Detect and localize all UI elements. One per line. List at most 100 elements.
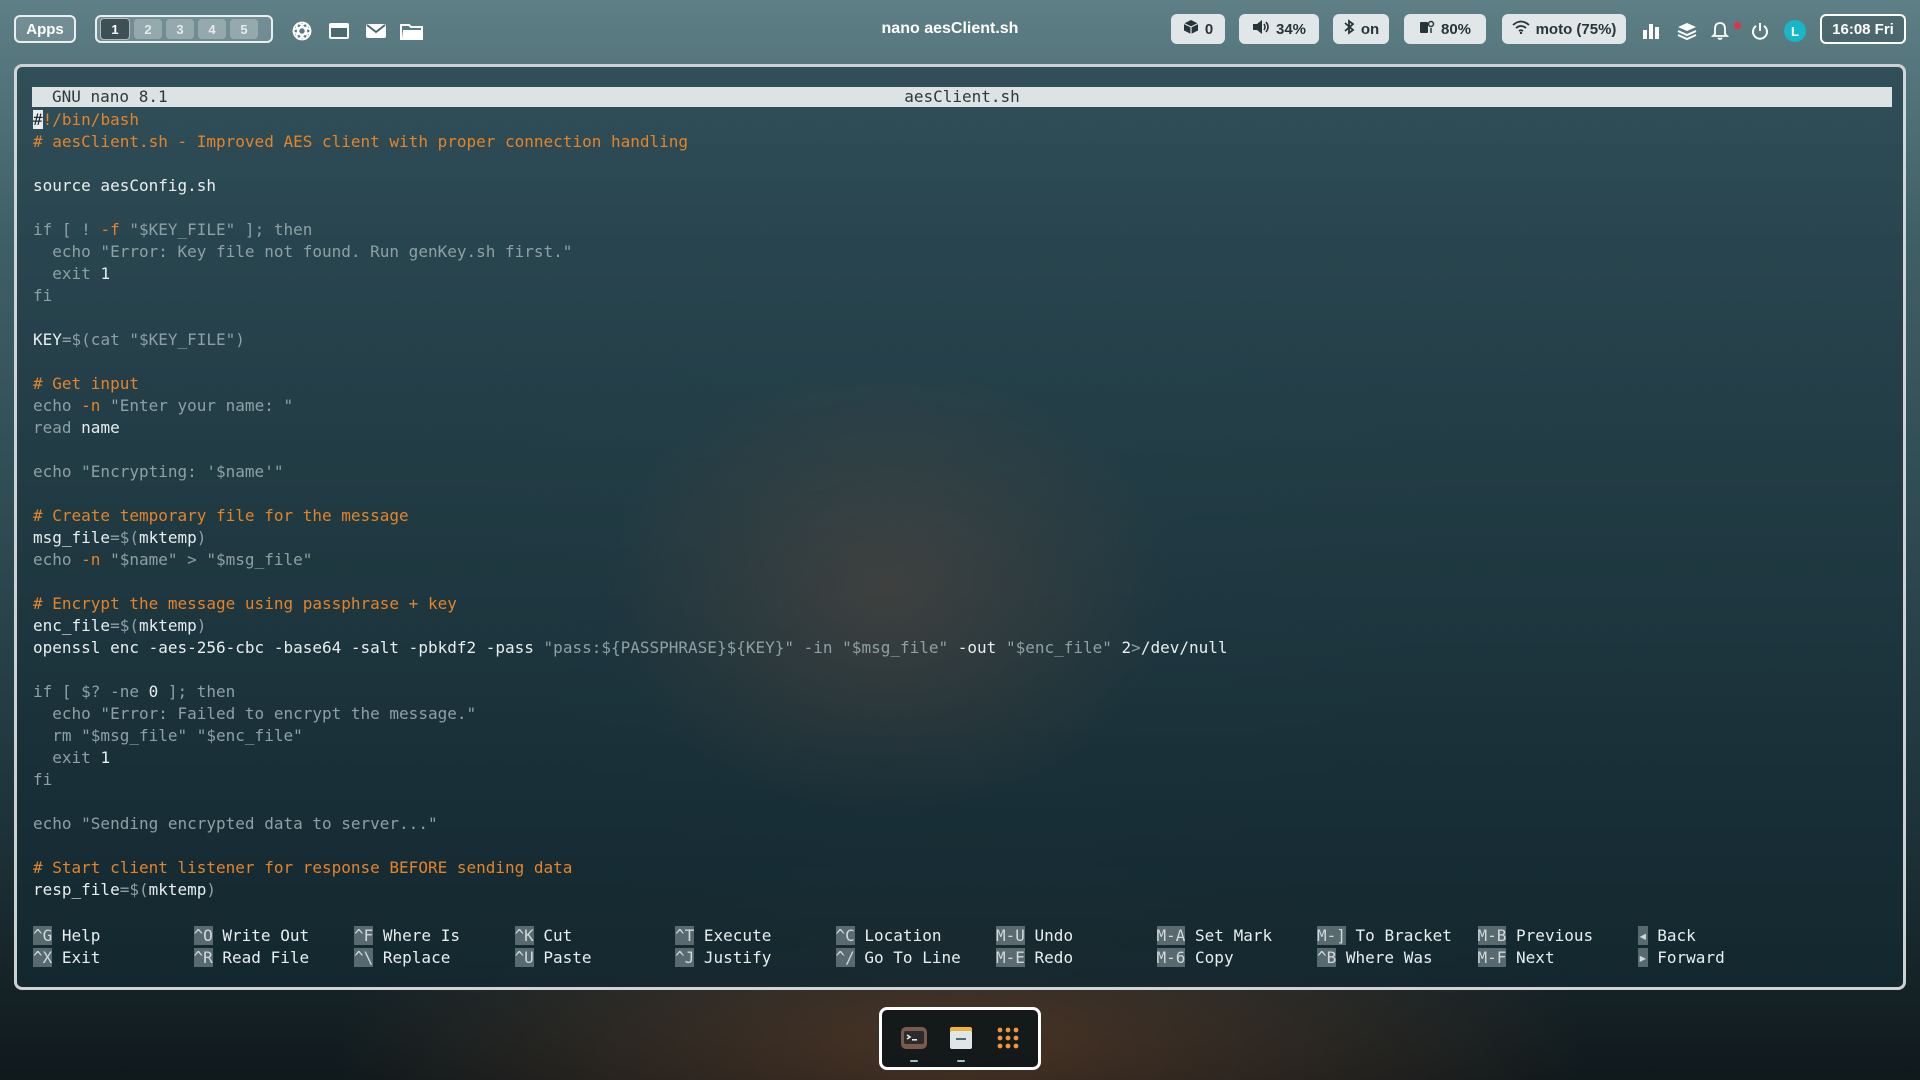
code-line[interactable]: echo "Sending encrypted data to server..… xyxy=(33,813,1893,835)
shortcut-previous[interactable]: M-B Previous xyxy=(1477,925,1593,947)
code-line[interactable]: fi xyxy=(33,769,1893,791)
code-line[interactable]: # Create temporary file for the message xyxy=(33,505,1893,527)
code-token: 1 xyxy=(100,264,111,283)
code-token: enc_file xyxy=(33,616,111,635)
code-line[interactable]: exit 1 xyxy=(33,747,1893,769)
code-line[interactable]: source aesConfig.sh xyxy=(33,175,1893,197)
workspace-2[interactable]: 2 xyxy=(134,19,162,39)
shortcut-set-mark[interactable]: M-A Set Mark xyxy=(1156,925,1272,947)
shortcut-location[interactable]: ^C Location xyxy=(835,925,941,947)
apps-button[interactable]: Apps xyxy=(14,15,76,43)
shortcut-key: M-F xyxy=(1477,948,1507,967)
code-line[interactable]: # Encrypt the message using passphrase +… xyxy=(33,593,1893,615)
code-line[interactable] xyxy=(33,439,1893,461)
updates-count: 0 xyxy=(1204,20,1214,38)
code-line[interactable] xyxy=(33,659,1893,681)
code-line[interactable] xyxy=(33,351,1893,373)
code-token: "$name" > "$msg_file" xyxy=(100,550,313,569)
mail-icon[interactable] xyxy=(363,18,389,44)
shortcut-read-file[interactable]: ^R Read File xyxy=(193,947,309,969)
shortcut-label: Where Was xyxy=(1336,948,1433,967)
window-icon[interactable] xyxy=(326,18,352,44)
code-line[interactable]: #!/bin/bash xyxy=(33,109,1893,131)
shortcut-write-out[interactable]: ^O Write Out xyxy=(193,925,309,947)
code-line[interactable]: echo "Error: Failed to encrypt the messa… xyxy=(33,703,1893,725)
stats-icon[interactable] xyxy=(1638,18,1664,44)
chatgpt-icon[interactable] xyxy=(289,18,315,44)
code-line[interactable]: read name xyxy=(33,417,1893,439)
volume-indicator[interactable]: 34% xyxy=(1239,14,1319,44)
code-line[interactable]: echo -n "Enter your name: " xyxy=(33,395,1893,417)
code-line[interactable] xyxy=(33,791,1893,813)
shortcut-to-bracket[interactable]: M-] To Bracket xyxy=(1317,925,1452,947)
files-icon[interactable] xyxy=(945,1022,977,1054)
code-line[interactable]: if [ $? -ne 0 ]; then xyxy=(33,681,1893,703)
code-line[interactable] xyxy=(33,197,1893,219)
code-line[interactable]: fi xyxy=(33,285,1893,307)
shortcut-undo[interactable]: M-U Undo xyxy=(996,925,1073,947)
shortcut-paste[interactable]: ^U Paste xyxy=(514,947,592,969)
shortcut-cut[interactable]: ^K Cut xyxy=(514,925,573,947)
code-token: rm "$msg_file" "$enc_file" xyxy=(33,726,303,745)
layers-icon[interactable] xyxy=(1674,18,1700,44)
code-line[interactable] xyxy=(33,307,1893,329)
shortcut-label: To Bracket xyxy=(1345,926,1452,945)
editor-text-area[interactable]: #!/bin/bash # aesClient.sh - Improved AES… xyxy=(33,109,1893,901)
code-token: "pass:${PASSPHRASE}${KEY}" xyxy=(543,638,794,657)
power-icon[interactable] xyxy=(1747,18,1773,44)
code-line[interactable] xyxy=(33,835,1893,857)
shortcut-where-is[interactable]: ^F Where Is xyxy=(354,925,460,947)
code-line[interactable]: openssl enc -aes-256-cbc -base64 -salt -… xyxy=(33,637,1893,659)
code-line[interactable] xyxy=(33,571,1893,593)
shortcut-copy[interactable]: M-6 Copy xyxy=(1156,947,1234,969)
brightness-icon xyxy=(1419,19,1435,39)
shortcut-help[interactable]: ^G Help xyxy=(33,925,100,947)
code-line[interactable]: KEY=$(cat "$KEY_FILE") xyxy=(33,329,1893,351)
code-line[interactable]: # Start client listener for response BEF… xyxy=(33,857,1893,879)
terminal-icon[interactable] xyxy=(898,1022,930,1054)
shortcut-replace[interactable]: ^\ Replace xyxy=(354,947,450,969)
avatar[interactable]: L xyxy=(1784,20,1806,42)
speaker-icon xyxy=(1252,19,1270,39)
shortcut-label: Cut xyxy=(533,926,573,945)
code-token: "$KEY_FILE" ]; then xyxy=(119,220,313,239)
code-line[interactable]: echo "Encrypting: '$name'" xyxy=(33,461,1893,483)
code-line[interactable]: echo -n "$name" > "$msg_file" xyxy=(33,549,1893,571)
code-token: mktemp xyxy=(138,528,197,547)
shortcut-back[interactable]: ◂ Back xyxy=(1638,925,1696,947)
workspace-4[interactable]: 4 xyxy=(198,19,226,39)
folder-icon[interactable] xyxy=(399,18,425,44)
shortcut-next[interactable]: M-F Next xyxy=(1477,947,1555,969)
code-line[interactable]: echo "Error: Key file not found. Run gen… xyxy=(33,241,1893,263)
shortcut-forward[interactable]: ▸ Forward xyxy=(1638,947,1725,969)
wifi-indicator[interactable]: moto (75%) xyxy=(1502,14,1626,44)
shortcut-exit[interactable]: ^X Exit xyxy=(33,947,100,969)
code-line[interactable] xyxy=(33,153,1893,175)
workspace-5[interactable]: 5 xyxy=(230,19,258,39)
shortcut-justify[interactable]: ^J Justify xyxy=(675,947,771,969)
code-line[interactable]: rm "$msg_file" "$enc_file" xyxy=(33,725,1893,747)
brightness-indicator[interactable]: 80% xyxy=(1404,14,1486,44)
code-line[interactable]: enc_file=$(mktemp) xyxy=(33,615,1893,637)
code-line[interactable]: # aesClient.sh - Improved AES client wit… xyxy=(33,131,1893,153)
code-line[interactable]: msg_file=$(mktemp) xyxy=(33,527,1893,549)
shortcut-label: Replace xyxy=(373,948,451,967)
shortcut-redo[interactable]: M-E Redo xyxy=(996,947,1073,969)
clock[interactable]: 16:08 Fri xyxy=(1820,14,1906,44)
code-token: -f xyxy=(100,220,120,239)
updates-indicator[interactable]: 0 xyxy=(1171,14,1225,44)
workspace-3[interactable]: 3 xyxy=(166,19,194,39)
bluetooth-indicator[interactable]: on xyxy=(1333,14,1389,44)
shortcut-go-to-line[interactable]: ^/ Go To Line xyxy=(835,947,961,969)
terminal-window[interactable]: GNU nano 8.1 aesClient.sh #!/bin/bash # a… xyxy=(14,64,1906,990)
workspace-1[interactable]: 1 xyxy=(100,18,130,40)
code-line[interactable] xyxy=(33,483,1893,505)
code-line[interactable]: # Get input xyxy=(33,373,1893,395)
code-line[interactable]: resp_file=$(mktemp) xyxy=(33,879,1893,901)
shortcut-where-was[interactable]: ^B Where Was xyxy=(1317,947,1433,969)
code-line[interactable]: if [ ! -f "$KEY_FILE" ]; then xyxy=(33,219,1893,241)
app-grid-icon[interactable] xyxy=(992,1022,1024,1054)
bell-icon[interactable] xyxy=(1707,18,1733,44)
code-line[interactable]: exit 1 xyxy=(33,263,1893,285)
shortcut-execute[interactable]: ^T Execute xyxy=(675,925,771,947)
